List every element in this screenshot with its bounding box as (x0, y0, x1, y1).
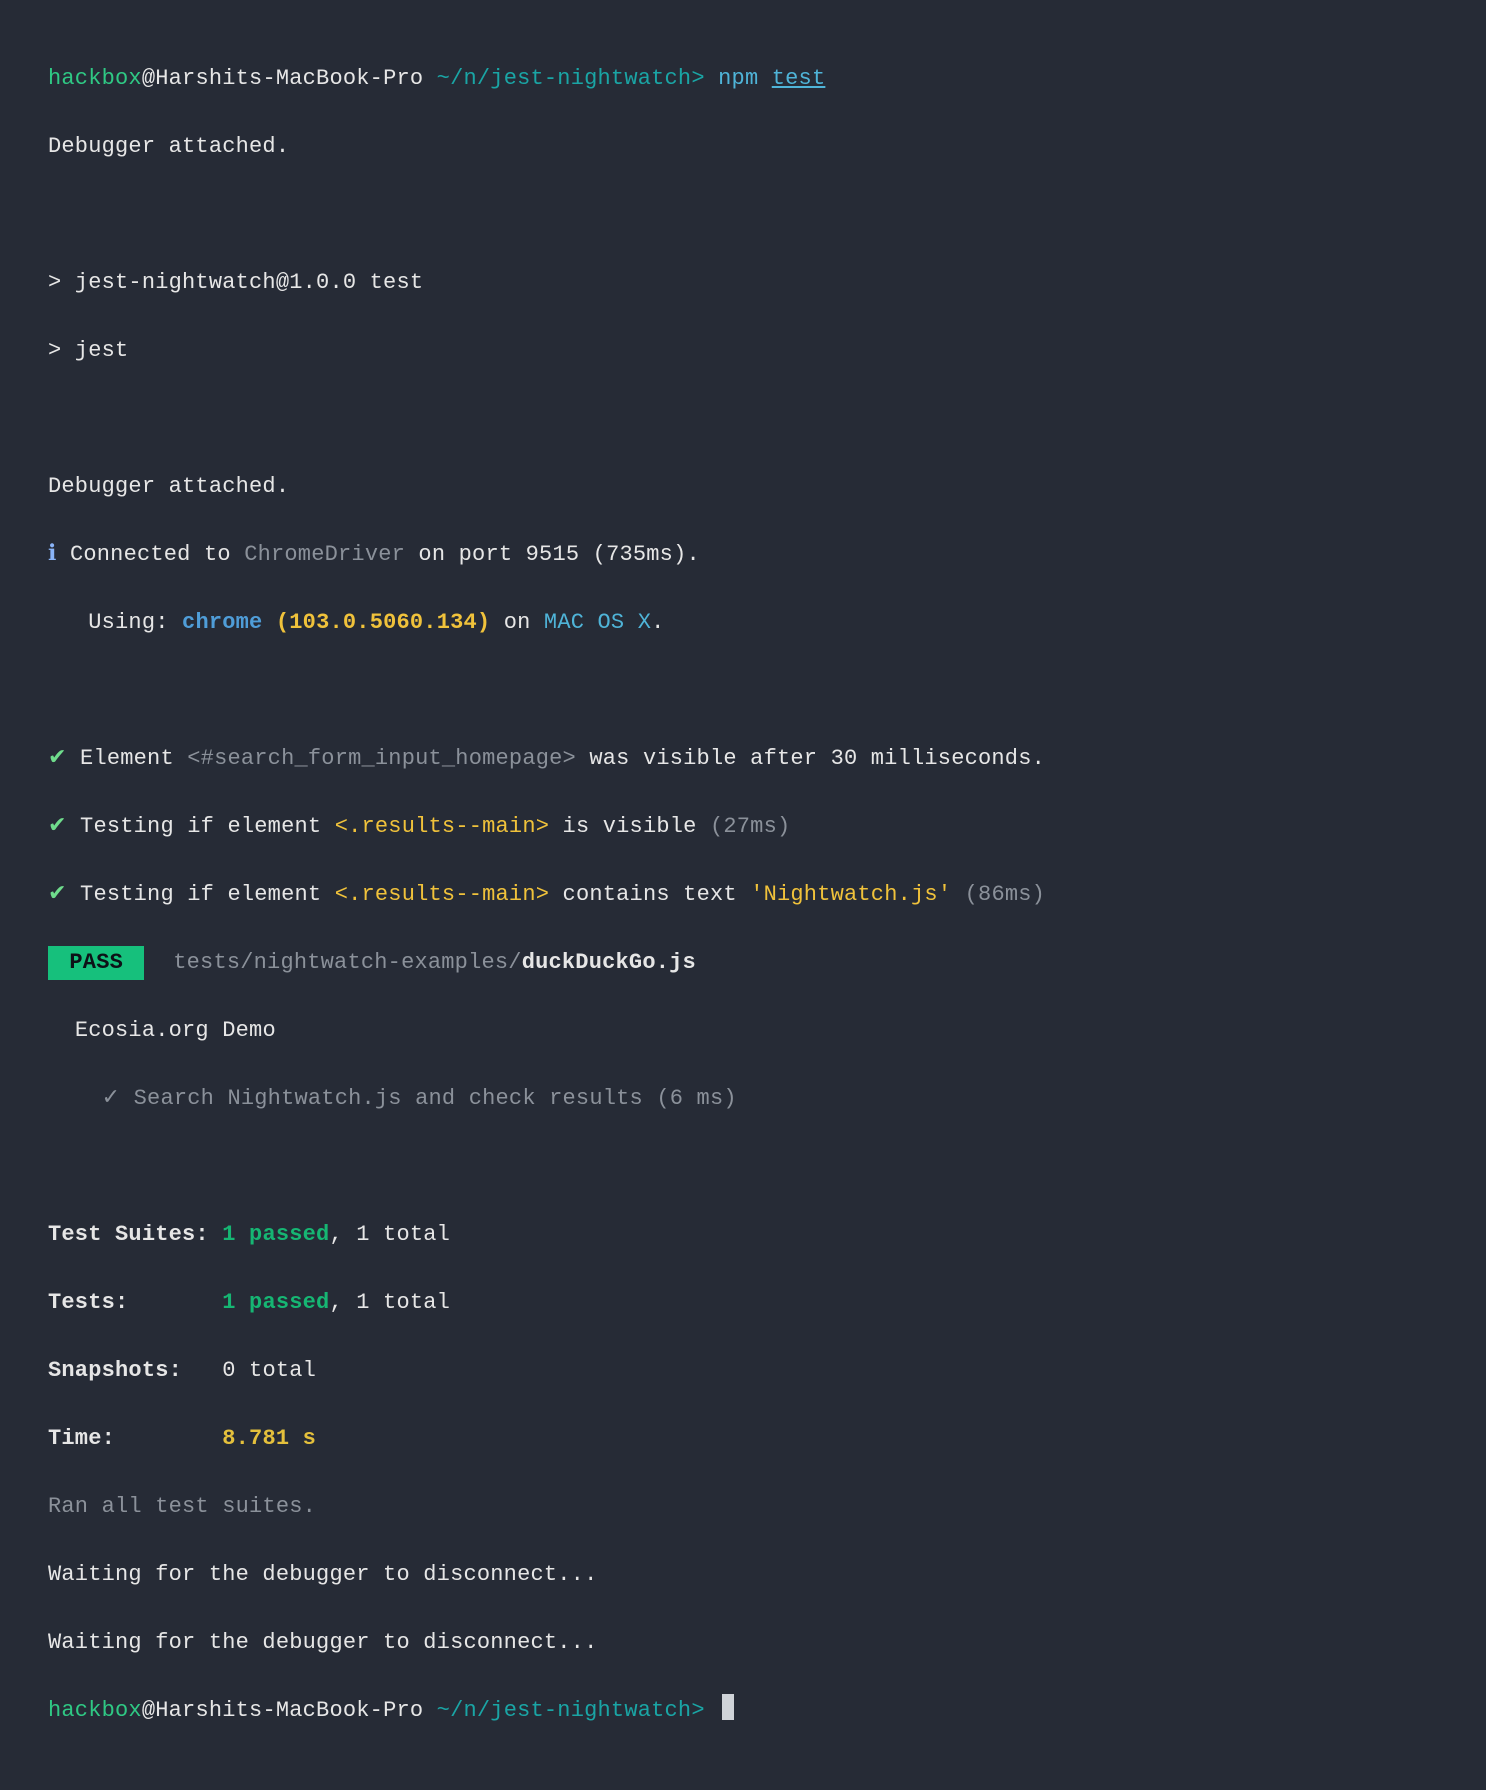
summary-suites: Test Suites: 1 passed, 1 total (48, 1218, 1438, 1252)
summary-time: Time: 8.781 s (48, 1422, 1438, 1456)
using-line: Using: chrome (103.0.5060.134) on MAC OS… (48, 606, 1438, 640)
assert-line: ✔ Testing if element <.results--main> is… (48, 810, 1438, 844)
check-icon: ✔ (48, 882, 80, 907)
wait-line: Waiting for the debugger to disconnect..… (48, 1558, 1438, 1592)
assert-line: ✔ Element <#search_form_input_homepage> … (48, 742, 1438, 776)
test-line: ✓ Search Nightwatch.js and check results… (48, 1082, 1438, 1116)
prompt-user: hackbox (48, 66, 142, 91)
check-icon: ✔ (48, 814, 80, 839)
output-line: Debugger attached. (48, 470, 1438, 504)
connection-line: ℹ Connected to ChromeDriver on port 9515… (48, 538, 1438, 572)
wait-line: Waiting for the debugger to disconnect..… (48, 1626, 1438, 1660)
cmd-test: test (772, 66, 826, 91)
terminal[interactable]: hackbox@Harshits-MacBook-Pro ~/n/jest-ni… (0, 0, 1486, 1790)
prompt-line: hackbox@Harshits-MacBook-Pro ~/n/jest-ni… (48, 62, 1438, 96)
prompt-line[interactable]: hackbox@Harshits-MacBook-Pro ~/n/jest-ni… (48, 1694, 1438, 1728)
output-line: > jest (48, 334, 1438, 368)
summary-snapshots: Snapshots: 0 total (48, 1354, 1438, 1388)
pass-line: PASS tests/nightwatch-examples/duckDuckG… (48, 946, 1438, 980)
assert-line: ✔ Testing if element <.results--main> co… (48, 878, 1438, 912)
cmd-npm: npm (718, 66, 772, 91)
cursor[interactable] (722, 1694, 734, 1720)
describe-line: Ecosia.org Demo (48, 1014, 1438, 1048)
prompt-user: hackbox (48, 1698, 142, 1723)
ran-line: Ran all test suites. (48, 1490, 1438, 1524)
info-icon: ℹ (48, 542, 70, 567)
pass-badge: PASS (48, 946, 144, 980)
check-icon: ✔ (48, 746, 80, 771)
output-line: Debugger attached. (48, 130, 1438, 164)
output-line: > jest-nightwatch@1.0.0 test (48, 266, 1438, 300)
check-icon: ✓ (102, 1086, 134, 1111)
summary-tests: Tests: 1 passed, 1 total (48, 1286, 1438, 1320)
